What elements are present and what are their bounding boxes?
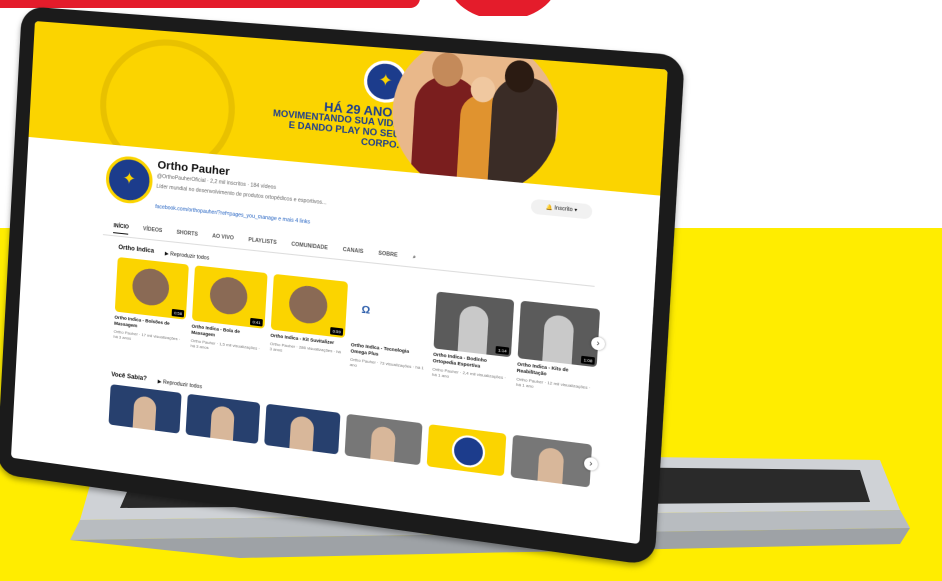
- chevron-down-icon: ▾: [574, 207, 578, 214]
- video-card[interactable]: 0:58 Ortho Indica - Bolsões de Massagem …: [113, 256, 189, 347]
- play-all-button[interactable]: ▶ Reproduzir todos: [165, 251, 210, 262]
- video-card[interactable]: 1:08 Ortho Indica - Kits de Reabilitação…: [516, 300, 601, 397]
- video-thumbnail[interactable]: [426, 424, 507, 477]
- banner-tagline: HÁ 29 ANOS MOVIMENTANDO SUA VIDA E DANDO…: [272, 99, 402, 151]
- video-thumbnail[interactable]: [344, 413, 423, 466]
- video-duration: 0:58: [171, 308, 185, 318]
- video-thumbnail[interactable]: 0:58: [114, 256, 189, 320]
- channel-tabs: INÍCIO VÍDEOS SHORTS AO VIVO PLAYLISTS C…: [113, 223, 416, 265]
- channel-avatar[interactable]: ✦: [104, 154, 154, 206]
- video-thumbnail[interactable]: 0:41: [191, 265, 268, 329]
- family-photo: [388, 29, 564, 196]
- laptop-lid: ✦ HÁ 29 ANOS MOVIMENTANDO SUA VIDA E DAN…: [0, 6, 685, 566]
- video-duration: 0:41: [250, 317, 263, 327]
- bell-icon: 🔔: [545, 204, 554, 212]
- video-thumbnail[interactable]: [108, 384, 182, 434]
- video-duration: 1:14: [495, 345, 510, 355]
- search-icon[interactable]: ⌕: [412, 254, 416, 265]
- tab-playlists[interactable]: PLAYLISTS: [248, 237, 277, 250]
- video-duration: 0:59: [330, 327, 344, 336]
- video-thumbnail[interactable]: [264, 403, 341, 455]
- video-card[interactable]: 0:41 Ortho Indica - Bola de Massagem Ort…: [190, 265, 268, 356]
- tab-inicio[interactable]: INÍCIO: [113, 223, 130, 235]
- section-title-ortho-indica: Ortho Indica: [118, 244, 155, 255]
- play-icon: ▶: [164, 250, 169, 258]
- video-card[interactable]: 0:59 Ortho Indica - Kit Suvitalizer Orth…: [269, 273, 349, 366]
- tab-ao-vivo[interactable]: AO VIVO: [212, 233, 234, 245]
- youtube-channel-page: ✦ HÁ 29 ANOS MOVIMENTANDO SUA VIDA E DAN…: [10, 21, 668, 545]
- video-duration: 1:08: [581, 355, 595, 365]
- video-thumbnail[interactable]: Ω: [351, 282, 431, 348]
- tab-canais[interactable]: CANAIS: [342, 247, 364, 260]
- video-thumbnail[interactable]: [185, 393, 261, 445]
- laptop-mockup: ✦ HÁ 29 ANOS MOVIMENTANDO SUA VIDA E DAN…: [0, 0, 942, 581]
- play-all-button-2[interactable]: ▶ Reproduzir todos: [157, 379, 202, 391]
- tab-sobre[interactable]: SOBRE: [378, 250, 398, 262]
- tab-shorts[interactable]: SHORTS: [176, 230, 198, 242]
- video-thumbnail[interactable]: 1:14: [433, 291, 515, 358]
- play-icon: ▶: [157, 378, 162, 386]
- video-shelf-voce-sabia: [108, 384, 593, 488]
- subscribe-button[interactable]: 🔔 Inscrito ▾: [530, 198, 593, 220]
- video-card[interactable]: Ω Ortho Indica - Tecnologia Omega Plus O…: [350, 282, 431, 376]
- omega-logo-icon: Ω: [361, 304, 371, 317]
- section-title-voce-sabia: Você Sabia?: [111, 371, 147, 383]
- video-thumbnail[interactable]: [510, 434, 593, 488]
- video-card[interactable]: 1:14 Ortho Indica - Bodinho Ortopedia Es…: [432, 291, 515, 386]
- video-thumbnail[interactable]: 0:59: [270, 273, 349, 339]
- channel-link[interactable]: facebook.com/orthopauher/?ref=pages_you_…: [155, 204, 310, 226]
- video-thumbnail[interactable]: 1:08: [517, 300, 601, 368]
- tab-videos[interactable]: VÍDEOS: [143, 226, 163, 238]
